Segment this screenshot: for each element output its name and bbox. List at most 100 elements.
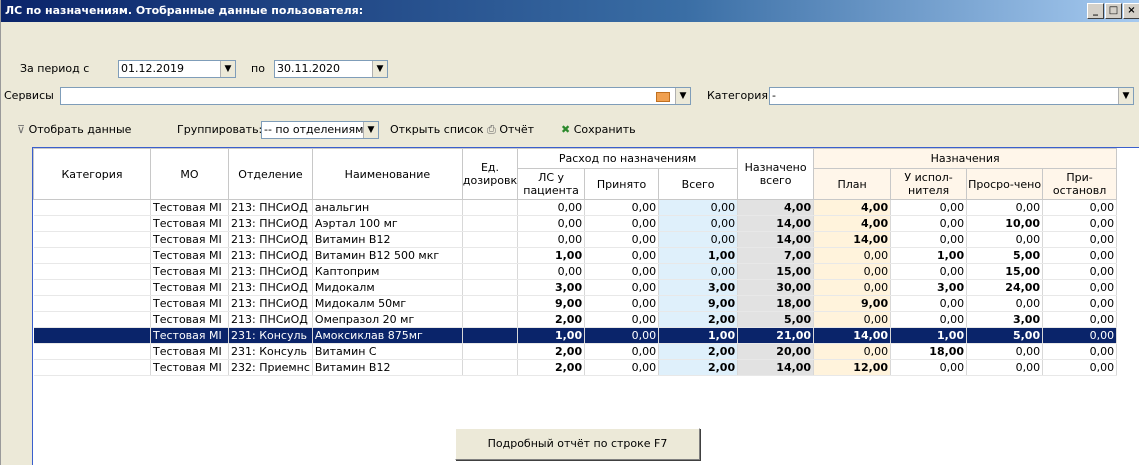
cell-asg: 14,00 [737, 215, 815, 232]
cell-name: Амоксиклав 875мг [312, 327, 463, 344]
main-window: ЛС по назначениям. Отобранные данные пол… [0, 0, 1139, 465]
cell-unit [462, 247, 519, 264]
table-row[interactable]: Тестовая МІ 213: ПНСиОД Аэртал 100 мг 0,00 0… [33, 215, 1118, 232]
detail-report-button[interactable]: Подробный отчёт по строке F7 [455, 428, 700, 460]
table-row[interactable]: Тестовая МІ 231: Консуль Амоксиклав 875мг 1… [33, 327, 1118, 344]
save-button[interactable]: ✖ Сохранить [561, 119, 636, 141]
chevron-down-icon[interactable]: ▼ [363, 122, 378, 138]
cell-category [33, 215, 151, 232]
cell-dept: 213: ПНСиОД [228, 311, 313, 328]
table-row[interactable]: Тестовая МІ 232: Приемнс Витамин В12 2,00 0,… [33, 359, 1118, 376]
window-title: ЛС по назначениям. Отобранные данные пол… [5, 4, 364, 17]
services-field[interactable]: ▼ [60, 87, 691, 105]
col-total[interactable]: Всего [658, 168, 739, 200]
table-row[interactable]: Тестовая МІ 213: ПНСиОД Каптоприм 0,00 0,00 0… [33, 263, 1118, 280]
cell-dept: 213: ПНСиОД [228, 247, 313, 264]
category-field[interactable]: - ▼ [769, 87, 1134, 105]
table-row[interactable]: Тестовая МІ 213: ПНСиОД Омепразол 20 мг 2,0… [33, 311, 1118, 328]
cell-asg: 21,00 [737, 327, 815, 344]
table-row[interactable]: Тестовая МІ 213: ПНСиОД Мидокалм 50мг 9,00 0… [33, 295, 1118, 312]
cell-pause: 0,00 [1042, 231, 1118, 248]
date-from-field[interactable]: 01.12.2019 ▼ [118, 60, 236, 78]
col-group-expense: Расход по назначениям [517, 148, 739, 169]
cell-tot: 0,00 [658, 231, 739, 248]
maximize-button[interactable]: □ [1105, 3, 1122, 19]
table-row[interactable]: Тестовая МІ 213: ПНСиОД Витамин В12 500 мк… [33, 247, 1118, 264]
chevron-down-icon[interactable]: ▼ [372, 61, 387, 77]
cell-dept: 232: Приемнс [228, 359, 313, 376]
group-select[interactable]: -- по отделениям -- ▼ [261, 121, 379, 139]
col-assigned[interactable]: Назначено всего [737, 148, 815, 200]
cell-name: анальгин [312, 199, 463, 216]
cell-asg: 4,00 [737, 199, 815, 216]
services-label: Сервисы [4, 89, 54, 102]
col-unit[interactable]: Ед. дозировк [461, 148, 519, 200]
cell-dept: 213: ПНСиОД [228, 279, 313, 296]
cell-ls: 3,00 [517, 279, 586, 296]
col-category[interactable]: Категория [33, 148, 151, 200]
cell-pause: 0,00 [1042, 311, 1118, 328]
cell-exec: 0,00 [890, 359, 968, 376]
chevron-down-icon[interactable]: ▼ [675, 88, 690, 104]
table-row[interactable]: Тестовая МІ 231: Консуль Витамин С 2,00 0,00… [33, 343, 1118, 360]
cell-category [33, 343, 151, 360]
cell-category [33, 327, 151, 344]
cell-mo: Тестовая МІ [150, 231, 229, 248]
col-exec[interactable]: У испол-нителя [890, 168, 968, 200]
cell-plan: 0,00 [813, 247, 892, 264]
cell-exec: 0,00 [890, 231, 968, 248]
cell-name: Витамин В12 500 мкг [312, 247, 463, 264]
cell-unit [462, 231, 519, 248]
cell-pause: 0,00 [1042, 343, 1118, 360]
chevron-down-icon[interactable]: ▼ [220, 61, 235, 77]
col-accepted[interactable]: Принято [584, 168, 660, 200]
cell-acc: 0,00 [584, 215, 660, 232]
col-overdue[interactable]: Просро-чено [966, 168, 1044, 200]
col-dept[interactable]: Отделение [228, 148, 313, 200]
title-bar: ЛС по назначениям. Отобранные данные пол… [1, 0, 1139, 22]
cell-category [33, 199, 151, 216]
date-to-field[interactable]: 30.11.2020 ▼ [274, 60, 388, 78]
cell-asg: 5,00 [737, 311, 815, 328]
cell-unit [462, 359, 519, 376]
cell-ls: 0,00 [517, 199, 586, 216]
cell-name: Каптоприм [312, 263, 463, 280]
col-name[interactable]: Наименование [311, 148, 463, 200]
cell-pause: 0,00 [1042, 199, 1118, 216]
cell-name: Витамин В12 [312, 231, 463, 248]
cell-over: 0,00 [966, 295, 1044, 312]
col-ls[interactable]: ЛС у пациента [517, 168, 586, 200]
funnel-icon: ⊽ [17, 123, 26, 136]
cell-acc: 0,00 [584, 263, 660, 280]
col-mo[interactable]: МО [150, 148, 229, 200]
table-row[interactable]: Тестовая МІ 213: ПНСиОД Мидокалм 3,00 0,00 3,… [33, 279, 1118, 296]
date-from-value: 01.12.2019 [121, 62, 184, 75]
cell-unit [462, 215, 519, 232]
cell-exec: 0,00 [890, 311, 968, 328]
cell-tot: 0,00 [658, 215, 739, 232]
cell-name: Мидокалм 50мг [312, 295, 463, 312]
minimize-button[interactable]: _ [1087, 3, 1104, 19]
cell-ls: 0,00 [517, 231, 586, 248]
period-label: За период с [20, 62, 90, 75]
cell-over: 0,00 [966, 343, 1044, 360]
table-row[interactable]: Тестовая МІ 213: ПНСиОД Витамин В12 0,00 0,0… [33, 231, 1118, 248]
chevron-down-icon[interactable]: ▼ [1118, 88, 1133, 104]
cell-name: Витамин С [312, 343, 463, 360]
col-paused[interactable]: При-остановл [1042, 168, 1118, 200]
cell-acc: 0,00 [584, 231, 660, 248]
cell-acc: 0,00 [584, 343, 660, 360]
date-to-value: 30.11.2020 [277, 62, 340, 75]
cell-mo: Тестовая МІ [150, 199, 229, 216]
cell-unit [462, 311, 519, 328]
cell-tot: 2,00 [658, 343, 739, 360]
table-row[interactable]: Тестовая МІ 213: ПНСиОД анальгин 0,00 0,00 0,… [33, 199, 1118, 216]
filter-data-button[interactable]: ⊽ Отобрать данные [17, 119, 131, 141]
report-button[interactable]: ⎙ Отчёт [487, 119, 534, 141]
close-button[interactable]: × [1123, 3, 1139, 19]
clear-icon[interactable] [656, 92, 670, 102]
open-list-button[interactable]: Открыть список [390, 119, 484, 141]
col-plan[interactable]: План [813, 168, 892, 200]
cell-over: 0,00 [966, 231, 1044, 248]
report-label: Отчёт [499, 123, 535, 136]
